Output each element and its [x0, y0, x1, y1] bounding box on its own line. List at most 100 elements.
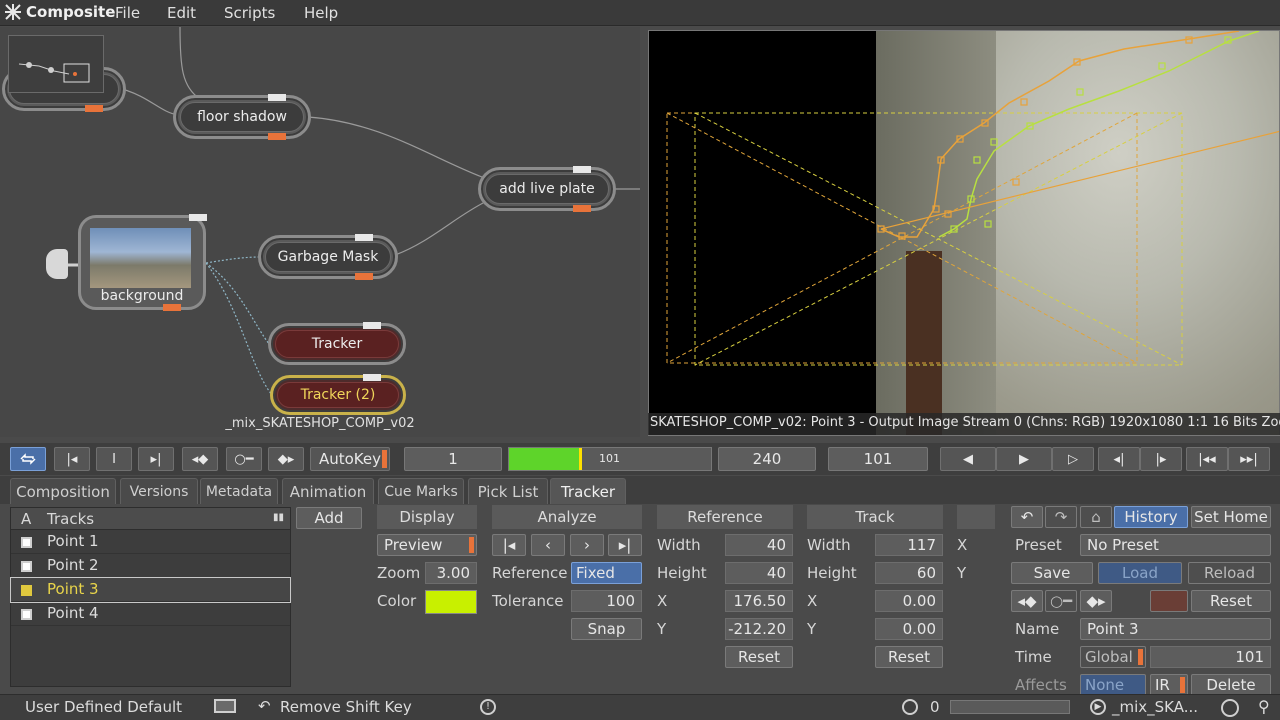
ir-toggle[interactable]: IR: [1150, 674, 1188, 696]
tab-animation[interactable]: Animation: [282, 478, 374, 504]
image-viewer[interactable]: [648, 30, 1280, 436]
menu-file[interactable]: File: [115, 4, 140, 22]
track-row[interactable]: Point 4: [11, 602, 290, 626]
start-frame-field[interactable]: 1: [404, 447, 502, 471]
reload-preset-button[interactable]: Reload: [1188, 562, 1271, 584]
track-checkbox[interactable]: [21, 609, 32, 620]
tab-cue-marks[interactable]: Cue Marks: [378, 478, 464, 504]
time-field[interactable]: 101: [1150, 646, 1271, 668]
track-backward-button[interactable]: ‹: [531, 534, 565, 556]
color-swatch[interactable]: [425, 590, 477, 614]
end-frame-field[interactable]: 240: [718, 447, 816, 471]
snap-button[interactable]: Snap: [571, 618, 642, 640]
menu-edit[interactable]: Edit: [167, 4, 196, 22]
load-preset-button[interactable]: Load: [1098, 562, 1182, 584]
node-floor-shadow[interactable]: floor shadow: [173, 94, 311, 140]
go-to-end-button[interactable]: ▸|: [138, 447, 174, 471]
ref-y-field[interactable]: -212.20: [725, 618, 793, 640]
next-key-history-button[interactable]: ◆▸: [1080, 590, 1112, 612]
ref-x-field[interactable]: 176.50: [725, 590, 793, 612]
current-frame-field[interactable]: 101: [828, 447, 928, 471]
ref-width-field[interactable]: 40: [725, 534, 793, 556]
play-button[interactable]: ▶: [996, 447, 1052, 471]
preset-select[interactable]: No Preset: [1080, 534, 1271, 556]
remove-shift-key-label[interactable]: Remove Shift Key: [280, 698, 412, 716]
tab-pick-list[interactable]: Pick List: [468, 478, 548, 504]
affects-select[interactable]: None: [1080, 674, 1146, 696]
tab-metadata[interactable]: Metadata: [200, 478, 278, 504]
prev-key-button[interactable]: ◂◆: [182, 447, 218, 471]
node-minimap[interactable]: [8, 35, 104, 93]
track-height-field[interactable]: 60: [875, 562, 943, 584]
track-forward-all-button[interactable]: ▸|: [608, 534, 642, 556]
timeline-scrubber[interactable]: 101: [508, 447, 712, 471]
set-home-button[interactable]: Set Home: [1191, 506, 1271, 528]
play-once-button[interactable]: ▷: [1052, 447, 1094, 471]
default-preset-label[interactable]: User Defined Default: [25, 698, 182, 716]
reference-mode-select[interactable]: Fixed: [571, 562, 642, 584]
step-forward-button[interactable]: |▸: [1140, 447, 1182, 471]
menu-help[interactable]: Help: [304, 4, 338, 22]
set-key-history-button[interactable]: ○━: [1045, 590, 1077, 612]
set-in-button[interactable]: I: [96, 447, 132, 471]
reel-icon[interactable]: [1221, 699, 1239, 717]
set-key-button[interactable]: ○━: [226, 447, 262, 471]
first-frame-button[interactable]: |◂◂: [1186, 447, 1228, 471]
track-row[interactable]: Point 2: [11, 554, 290, 578]
history-button[interactable]: History: [1114, 506, 1188, 528]
user-icon[interactable]: ⚲: [1258, 697, 1270, 716]
add-track-button[interactable]: Add: [296, 507, 362, 529]
name-field[interactable]: Point 3: [1080, 618, 1271, 640]
ref-height-field[interactable]: 40: [725, 562, 793, 584]
track-row[interactable]: Point 1: [11, 530, 290, 554]
next-key-button[interactable]: ◆▸: [268, 447, 304, 471]
save-preset-button[interactable]: Save: [1011, 562, 1093, 584]
track-y-field[interactable]: 0.00: [875, 618, 943, 640]
go-to-start-button[interactable]: |◂: [54, 447, 90, 471]
track-row-selected[interactable]: Point 3: [10, 577, 291, 603]
tab-composition[interactable]: Composition: [10, 478, 116, 504]
node-background[interactable]: background: [78, 214, 207, 311]
tab-versions[interactable]: Versions: [120, 478, 198, 504]
node-input-tab[interactable]: [46, 249, 68, 279]
node-tracker-2[interactable]: Tracker (2): [270, 374, 406, 415]
undo-button[interactable]: ↶: [1011, 506, 1043, 528]
animation-indicator[interactable]: [1150, 590, 1188, 612]
time-mode-select[interactable]: Global: [1080, 646, 1146, 668]
track-width-field[interactable]: 117: [875, 534, 943, 556]
track-checkbox[interactable]: [21, 585, 32, 596]
node-garbage-mask[interactable]: Garbage Mask: [258, 234, 398, 280]
redo-button[interactable]: ↷: [1045, 506, 1077, 528]
track-forward-button[interactable]: ›: [570, 534, 604, 556]
display-mode-select[interactable]: Preview: [377, 534, 477, 556]
ref-reset-button[interactable]: Reset: [725, 646, 793, 668]
loop-button[interactable]: [10, 447, 46, 471]
track-x-field[interactable]: 0.00: [875, 590, 943, 612]
play-reverse-button[interactable]: ◀: [940, 447, 996, 471]
node-graph[interactable]: floor shadow add live plate Garbage Mask…: [0, 27, 640, 437]
node-tracker[interactable]: Tracker: [268, 322, 406, 365]
comp-name[interactable]: _mix_SKA...: [1112, 698, 1198, 716]
track-checkbox[interactable]: [21, 561, 32, 572]
menu-scripts[interactable]: Scripts: [224, 4, 275, 22]
last-frame-button[interactable]: ▸▸|: [1228, 447, 1270, 471]
play-circle-icon[interactable]: ▶: [1090, 699, 1106, 715]
step-back-button[interactable]: ◂|: [1098, 447, 1140, 471]
home-button[interactable]: ⌂: [1080, 506, 1112, 528]
node-add-live-plate[interactable]: add live plate: [478, 166, 616, 212]
tab-tracker[interactable]: Tracker: [550, 478, 626, 504]
tolerance-field[interactable]: 100: [571, 590, 642, 612]
info-icon[interactable]: !: [480, 699, 496, 715]
prev-key-history-button[interactable]: ◂◆: [1011, 590, 1043, 612]
zoom-field[interactable]: 3.00: [425, 562, 477, 584]
track-reset-button[interactable]: Reset: [875, 646, 943, 668]
track-checkbox[interactable]: [21, 537, 32, 548]
keyboard-icon[interactable]: [214, 699, 236, 713]
track-backward-all-button[interactable]: |◂: [492, 534, 526, 556]
node-tracker-2-label: Tracker (2): [300, 387, 376, 403]
autokey-button[interactable]: AutoKey: [310, 447, 390, 471]
history-reset-button[interactable]: Reset: [1191, 590, 1271, 612]
sort-icon[interactable]: ▮▮: [273, 512, 284, 523]
delete-button[interactable]: Delete: [1191, 674, 1271, 696]
time-mode-value: Global: [1085, 648, 1133, 666]
